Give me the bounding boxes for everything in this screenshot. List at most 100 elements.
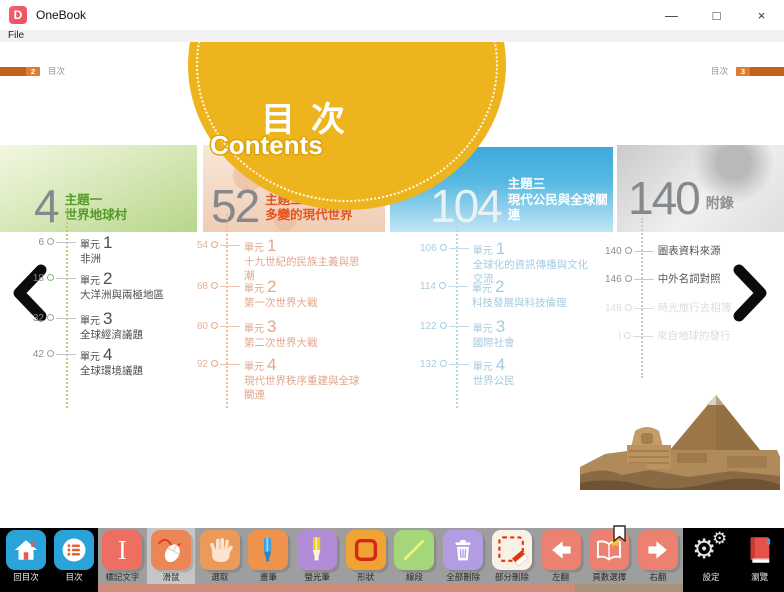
maximize-button[interactable]: □ xyxy=(694,0,739,30)
unit-number: 4 xyxy=(103,346,112,363)
tool-trash[interactable]: 全部刪除 xyxy=(439,528,488,584)
toc-item-marker-icon xyxy=(625,275,632,282)
tool-label: 形狀 xyxy=(357,571,374,583)
toc-item[interactable]: 132單元4世界公民 xyxy=(420,356,590,389)
title-bar: D OneBook — □ × xyxy=(0,0,784,30)
toc-item-unit-label: 單元2 xyxy=(472,278,590,295)
toc-item-page-number: I xyxy=(605,328,621,342)
toc-item[interactable]: 42單元4全球環境議題 xyxy=(28,346,198,379)
toc-item-connector xyxy=(633,336,653,337)
toc-item[interactable]: 18單元2大洋洲與兩極地區 xyxy=(28,270,198,303)
tool-label: 螢光筆 xyxy=(304,571,330,583)
page-tab-label: 目次 xyxy=(48,65,65,77)
tool-label: 部分刪除 xyxy=(495,571,529,583)
toc-item-title: 第二次世界大戰 xyxy=(244,337,362,351)
toc-item-title: 第一次世界大戰 xyxy=(244,297,362,311)
close-button[interactable]: × xyxy=(739,0,784,30)
tool-partial-erase[interactable]: 部分刪除 xyxy=(488,528,537,584)
toc-item[interactable]: 6單元1非洲 xyxy=(28,234,198,267)
toc-item[interactable]: 122單元3國際社會 xyxy=(420,318,590,351)
toc-item-text: 圖表資料來源 xyxy=(658,243,776,259)
tool-label: 右翻 xyxy=(649,571,666,583)
toc-item[interactable]: 54單元1十九世紀的民族主義與思潮 xyxy=(192,237,362,283)
toc-item-unit-label: 單元2 xyxy=(80,270,198,287)
unit-number: 3 xyxy=(267,318,276,335)
toc-item[interactable]: 148時光旅行去相簿 xyxy=(605,300,775,316)
theme-title: 主題三現代公民與全球關連 xyxy=(508,177,613,226)
toc-item-connector xyxy=(634,308,654,309)
toc-item-page-number: 6 xyxy=(28,234,44,248)
tool-home[interactable]: 回目次 xyxy=(2,528,50,584)
toc-item-page-number: 140 xyxy=(605,243,622,257)
tool-label: 畫筆 xyxy=(260,571,277,583)
minimize-button[interactable]: — xyxy=(649,0,694,30)
toc-item[interactable]: 80單元3第二次世界大戰 xyxy=(192,318,362,351)
menu-file[interactable]: File xyxy=(0,30,24,42)
tool-label: 滑鼠 xyxy=(163,571,180,583)
toc-item-page-number: 132 xyxy=(420,356,437,370)
toc-item-text: 單元3全球經濟議題 xyxy=(80,310,198,343)
red-book-icon xyxy=(740,530,780,570)
tool-red-book[interactable]: 瀏覽 xyxy=(735,528,784,584)
toolbar-panel: I標記文字滑鼠 選取畫筆 螢光筆 形狀 線段全部刪除 部分刪除左翻頁數選擇右翻 xyxy=(98,528,677,592)
toolbar-accent-strip xyxy=(98,584,683,592)
toc-item-title: 現代世界秩序重建與全球關連 xyxy=(244,375,362,402)
toc-dotted-line xyxy=(641,218,643,378)
page-number-right: 3 xyxy=(736,67,750,76)
toc-item-text: 來自地球的發行 xyxy=(657,328,775,344)
onebook-logo-icon: D xyxy=(9,6,27,24)
unit-number: 3 xyxy=(103,310,112,327)
unit-prefix: 單元 xyxy=(473,325,493,335)
toc-item-page-number: 146 xyxy=(605,271,622,285)
highlighter-icon xyxy=(297,530,337,570)
toc-item-marker-icon xyxy=(211,241,218,248)
toc-item-connector xyxy=(448,286,468,287)
tool-label: 瀏覽 xyxy=(751,571,768,583)
toc-item-unit-label: 單元4 xyxy=(244,356,362,373)
toc-item[interactable]: 114單元2科技發展與科技倫理 xyxy=(420,278,590,311)
tool-gear[interactable]: ⚙⚙設定 xyxy=(687,528,736,584)
tool-hand[interactable]: 選取 xyxy=(195,528,244,584)
toc-item-marker-icon xyxy=(625,304,632,311)
tool-line[interactable]: 線段 xyxy=(390,528,439,584)
toc-item-connector xyxy=(220,286,240,287)
toc-item-title: 來自地球的發行 xyxy=(657,330,775,344)
toc-item[interactable]: 92單元4現代世界秩序重建與全球關連 xyxy=(192,356,362,402)
toc-item-connector xyxy=(449,326,469,327)
unit-number: 4 xyxy=(267,356,276,373)
tool-label: 設定 xyxy=(702,571,719,583)
tool-label: 全部刪除 xyxy=(446,571,480,583)
toc-item-marker-icon xyxy=(440,360,447,367)
tool-toc-list[interactable]: 目次 xyxy=(50,528,98,584)
tool-arrow-right[interactable]: 右翻 xyxy=(634,528,683,584)
gear-icon: ⚙⚙ xyxy=(691,530,731,570)
tool-pen[interactable]: 畫筆 xyxy=(244,528,293,584)
toc-item[interactable]: 68單元2第一次世界大戰 xyxy=(192,278,362,311)
toc-item-connector xyxy=(56,242,76,243)
theme-number: 4 xyxy=(34,187,58,226)
unit-prefix: 單元 xyxy=(244,244,264,254)
toc-item[interactable]: 146中外名詞對照 xyxy=(605,271,775,287)
toc-item[interactable]: 32單元3全球經濟議題 xyxy=(28,310,198,343)
toc-item-title: 非洲 xyxy=(80,253,198,267)
tool-shape[interactable]: 形狀 xyxy=(341,528,390,584)
tool-arrow-left[interactable]: 左翻 xyxy=(536,528,585,584)
tool-mouse[interactable]: 滑鼠 xyxy=(147,528,196,584)
toc-item[interactable]: I 來自地球的發行 xyxy=(605,328,775,344)
unit-number: 2 xyxy=(495,278,504,295)
toc-item-title: 世界公民 xyxy=(473,375,591,389)
toc-item[interactable]: 140 圖表資料來源 xyxy=(605,243,775,259)
toc-item-connector xyxy=(449,248,469,249)
partial-erase-icon xyxy=(492,530,532,570)
tool-text-mark[interactable]: I標記文字 xyxy=(98,528,147,584)
theme-title: 附錄 xyxy=(706,195,734,219)
arrow-right-icon xyxy=(638,530,678,570)
tool-highlighter[interactable]: 螢光筆 xyxy=(293,528,342,584)
unit-prefix: 單元 xyxy=(244,363,264,373)
tool-open-book[interactable]: 頁數選擇 xyxy=(585,528,634,584)
toc-item-connector xyxy=(634,279,654,280)
unit-number: 4 xyxy=(496,356,505,373)
toc-item-unit-label: 單元3 xyxy=(244,318,362,335)
toc-item-unit-label: 單元1 xyxy=(473,240,591,257)
toc-item-marker-icon xyxy=(47,350,54,357)
